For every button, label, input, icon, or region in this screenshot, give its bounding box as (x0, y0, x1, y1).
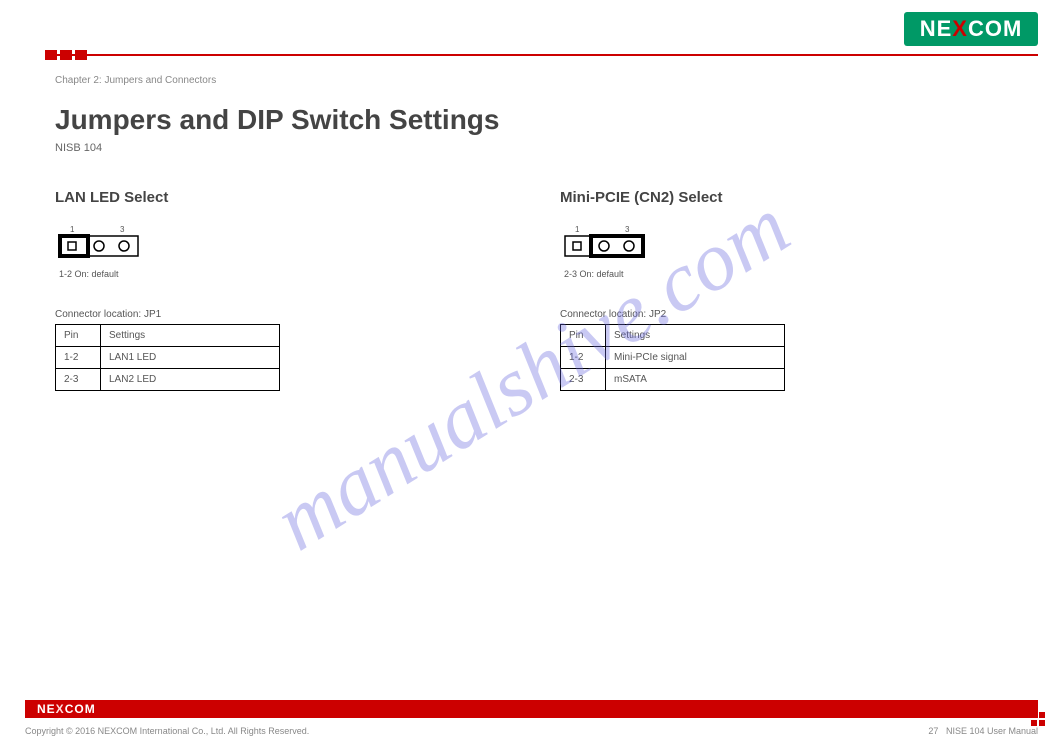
pin-label-1: 1 (70, 225, 75, 234)
page-content: Chapter 2: Jumpers and Connectors Jumper… (55, 75, 1023, 391)
section-title-minipcie: Mini-PCIE (CN2) Select (560, 189, 1023, 206)
section-title-lan-led: LAN LED Select (55, 189, 560, 206)
cell-setting: Mini-PCIe signal (606, 347, 785, 369)
pin-label-3: 3 (120, 225, 125, 234)
col-header-settings: Settings (101, 325, 280, 347)
connector-location-jp1: Connector location: JP1 (55, 309, 560, 320)
table-row: 1-2 LAN1 LED (56, 347, 280, 369)
right-column: Mini-PCIE (CN2) Select 1 3 2-3 On: defau… (560, 189, 1023, 391)
jumper-diagram-jp2: 1 3 (563, 224, 1023, 265)
page-number: 27 NISE 104 User Manual (928, 726, 1038, 736)
logo-part-x: X (952, 16, 968, 41)
footer-logo-ne: NE (37, 702, 56, 716)
col-header-pin: Pin (56, 325, 101, 347)
footer-accent-squares (1031, 712, 1045, 726)
jumper-caption-jp1: 1-2 On: default (59, 269, 560, 279)
copyright-text: Copyright © 2016 NEXCOM International Co… (25, 726, 309, 736)
footer-logo-x: X (56, 702, 65, 716)
pin-label-1: 1 (575, 225, 580, 234)
pin-table-jp2: Pin Settings 1-2 Mini-PCIe signal 2-3 mS… (560, 324, 785, 391)
table-header-row: Pin Settings (56, 325, 280, 347)
page-subtitle: NISB 104 (55, 142, 1023, 154)
cell-pin: 2-3 (56, 369, 101, 391)
table-row: 1-2 Mini-PCIe signal (561, 347, 785, 369)
footer-logo-com: COM (65, 702, 96, 716)
table-header-row: Pin Settings (561, 325, 785, 347)
logo-part-ne: NE (920, 16, 953, 41)
jumper-caption-jp2: 2-3 On: default (564, 269, 1023, 279)
pin-label-3: 3 (625, 225, 630, 234)
jumper-diagram-jp1: 1 3 (58, 224, 560, 265)
two-column-layout: LAN LED Select 1 3 1-2 On: default Conne… (55, 189, 1023, 391)
col-header-pin: Pin (561, 325, 606, 347)
cell-pin: 1-2 (56, 347, 101, 369)
logo-part-com: COM (968, 16, 1022, 41)
page-title: Jumpers and DIP Switch Settings (55, 104, 1023, 136)
cell-pin: 2-3 (561, 369, 606, 391)
cell-setting: mSATA (606, 369, 785, 391)
connector-location-jp2: Connector location: JP2 (560, 309, 1023, 320)
header-rule (45, 54, 1038, 56)
cell-setting: LAN1 LED (101, 347, 280, 369)
brand-logo: NEXCOM (904, 12, 1038, 46)
col-header-settings: Settings (606, 325, 785, 347)
left-column: LAN LED Select 1 3 1-2 On: default Conne… (55, 189, 560, 391)
footer-bar: NEXCOM (25, 700, 1038, 718)
cell-pin: 1-2 (561, 347, 606, 369)
cell-setting: LAN2 LED (101, 369, 280, 391)
table-row: 2-3 LAN2 LED (56, 369, 280, 391)
table-row: 2-3 mSATA (561, 369, 785, 391)
chapter-label: Chapter 2: Jumpers and Connectors (55, 75, 1023, 86)
pin-table-jp1: Pin Settings 1-2 LAN1 LED 2-3 LAN2 LED (55, 324, 280, 391)
